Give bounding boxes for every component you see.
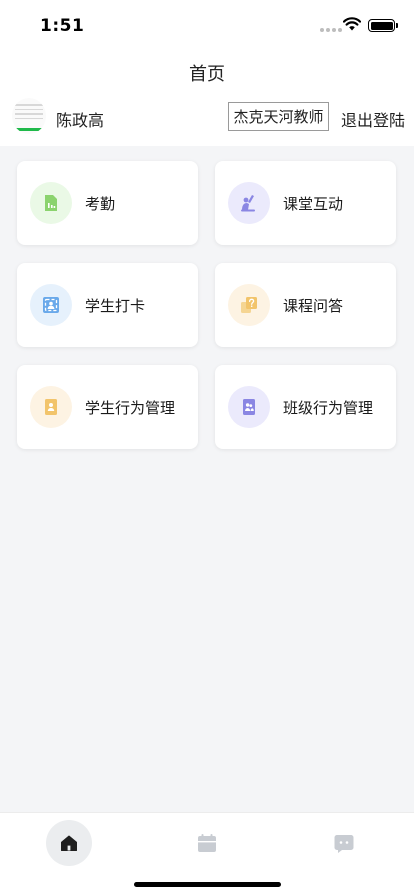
menu-card-label: 学生行为管理 xyxy=(85,399,176,417)
status-bar: 1:51 xyxy=(0,0,414,50)
scan-face-icon xyxy=(30,284,72,326)
menu-card-course-qa[interactable]: 课程问答 xyxy=(215,263,396,347)
menu-card-student-behavior[interactable]: 学生行为管理 xyxy=(17,365,198,449)
tab-calendar[interactable] xyxy=(184,820,230,866)
logout-link[interactable]: 退出登陆 xyxy=(341,107,405,131)
page-title: 首页 xyxy=(189,64,225,85)
home-icon xyxy=(61,835,77,851)
avatar xyxy=(12,98,46,134)
home-indicator xyxy=(134,882,281,887)
student-doc-icon xyxy=(30,386,72,428)
user-row: 陈政高 杰克天河教师 退出登陆 xyxy=(0,98,414,138)
user-name: 陈政高 xyxy=(56,111,105,130)
chart-doc-icon xyxy=(30,182,72,224)
signal-icon xyxy=(320,28,342,32)
wifi-icon xyxy=(343,17,361,31)
raise-hand-icon xyxy=(228,182,270,224)
menu-card-label: 班级行为管理 xyxy=(283,399,374,417)
menu-card-student-checkin[interactable]: 学生打卡 xyxy=(17,263,198,347)
class-doc-icon xyxy=(228,386,270,428)
menu-card-label: 课程问答 xyxy=(283,297,344,315)
battery-icon xyxy=(368,19,398,32)
menu-card-class-interaction[interactable]: 课堂互动 xyxy=(215,161,396,245)
menu-card-attendance[interactable]: 考勤 xyxy=(17,161,198,245)
menu-card-label: 课堂互动 xyxy=(283,195,344,213)
tab-message[interactable] xyxy=(321,820,367,866)
status-time: 1:51 xyxy=(40,16,85,36)
tab-home[interactable] xyxy=(46,820,92,866)
menu-card-class-behavior[interactable]: 班级行为管理 xyxy=(215,365,396,449)
question-cards-icon xyxy=(228,284,270,326)
chat-icon xyxy=(334,835,354,853)
menu-card-label: 学生打卡 xyxy=(85,297,146,315)
school-switch-button[interactable]: 杰克天河教师 xyxy=(228,102,329,131)
menu-card-label: 考勤 xyxy=(85,195,116,213)
calendar-icon xyxy=(198,834,216,852)
